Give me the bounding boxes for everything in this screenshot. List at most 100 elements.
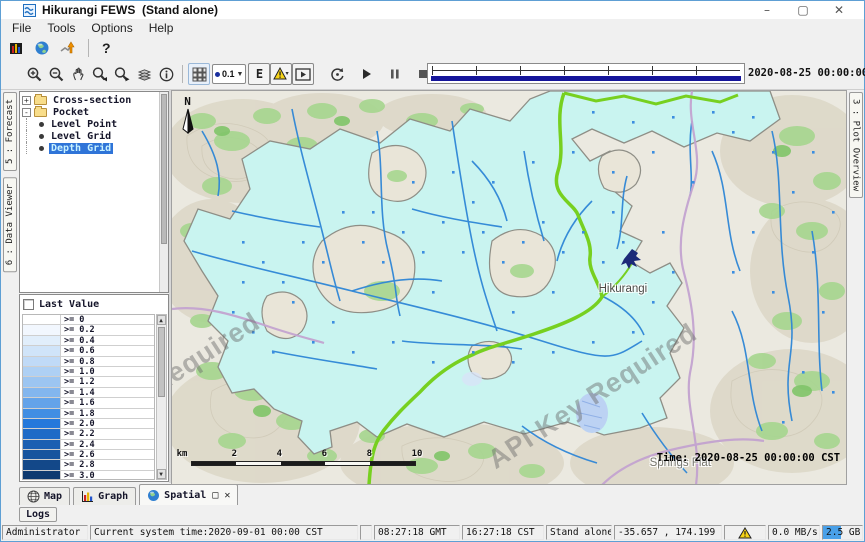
scrollbar-thumb[interactable] [161, 94, 167, 244]
legend-row[interactable]: >= 1.6 [23, 398, 154, 408]
scrollbar-thumb[interactable] [158, 327, 165, 397]
tab-maximize-icon[interactable]: □ [212, 490, 218, 501]
animation-movie-button[interactable] [292, 63, 314, 85]
zoom-previous-icon[interactable] [89, 63, 111, 85]
logs-button[interactable]: Logs [19, 507, 57, 522]
tab-forecast[interactable]: 5 : Forecast [3, 92, 17, 171]
legend-row[interactable]: >= 0.6 [23, 346, 154, 356]
play-button[interactable] [356, 63, 378, 85]
legend-row[interactable]: >= 0.8 [23, 357, 154, 367]
legend-row[interactable]: >= 2.6 [23, 450, 154, 460]
legend-threshold-label: >= 2.4 [61, 440, 154, 449]
legend-row[interactable]: >= 1.8 [23, 409, 154, 419]
chart-display-icon[interactable] [57, 37, 79, 59]
grid-display-button[interactable] [188, 63, 210, 85]
legend-row[interactable]: >= 2.2 [23, 429, 154, 439]
tab-close-icon[interactable]: ✕ [224, 490, 230, 501]
pan-hand-icon[interactable] [67, 63, 89, 85]
tab-graph[interactable]: Graph [73, 487, 136, 505]
legend-color-swatch [23, 429, 61, 438]
tree-label: Cross-section [51, 95, 133, 106]
status-memory: 2.5 GB [822, 525, 863, 540]
legend-row[interactable]: >= 0 [23, 315, 154, 325]
help-button[interactable]: ? [98, 40, 115, 56]
map-display-icon[interactable] [31, 37, 53, 59]
bottom-tab-bar: Map Graph Spatial □ ✕ [1, 483, 864, 505]
legend-row[interactable]: >= 2.0 [23, 419, 154, 429]
tree-item-cross-section[interactable]: Cross-section [22, 94, 158, 106]
legend-row[interactable]: >= 3.0 [23, 471, 154, 480]
zoom-in-icon[interactable] [23, 63, 45, 85]
tab-spatial-label: Spatial [164, 490, 206, 501]
legend-row[interactable]: >= 1.0 [23, 367, 154, 377]
timeline-slider[interactable] [427, 63, 745, 84]
map-toolbar: 0.1 ▼ E 2020-08-25 00 [1, 59, 864, 90]
tab-map[interactable]: Map [19, 487, 70, 505]
bullet-icon [39, 134, 44, 139]
legend-color-swatch [23, 398, 61, 407]
status-empty-cell [360, 525, 372, 540]
tree-item-level-grid[interactable]: Level Grid [22, 130, 158, 142]
legend-row[interactable]: >= 0.2 [23, 325, 154, 335]
pause-button[interactable] [384, 63, 406, 85]
legend-threshold-label: >= 0.6 [61, 346, 154, 355]
zoom-out-icon[interactable] [45, 63, 67, 85]
legend-row[interactable]: >= 2.8 [23, 460, 154, 470]
close-button[interactable]: ✕ [832, 3, 846, 17]
menu-bar: FileToolsOptionsHelp [1, 19, 864, 37]
scale-bar: km 246810 [177, 444, 427, 466]
longitudinal-profile-button[interactable]: E [248, 63, 270, 85]
tree-item-pocket[interactable]: Pocket [22, 106, 158, 118]
legend-threshold-label: >= 0 [61, 315, 154, 324]
north-label: N [180, 95, 196, 108]
loop-animation-icon[interactable] [326, 63, 348, 85]
last-value-checkbox[interactable] [23, 299, 34, 310]
legend-row[interactable]: >= 1.4 [23, 388, 154, 398]
tree-item-level-point[interactable]: Level Point [22, 118, 158, 130]
tab-spatial[interactable]: Spatial □ ✕ [139, 484, 238, 505]
legend-row[interactable]: >= 1.2 [23, 377, 154, 387]
tree-scrollbar[interactable] [159, 92, 168, 292]
legend-row[interactable]: >= 0.4 [23, 336, 154, 346]
legend-color-swatch [23, 357, 61, 366]
legend-threshold-label: >= 1.2 [61, 377, 154, 386]
layers-icon[interactable] [133, 63, 155, 85]
map-viewport[interactable]: API Key Required API Key Required N Hiku… [171, 90, 847, 485]
zoom-next-icon[interactable] [111, 63, 133, 85]
scale-segment [281, 462, 326, 465]
tab-plot-overview[interactable]: 3 : Plot Overview [849, 92, 863, 198]
scroll-down-icon[interactable]: ▼ [157, 469, 166, 479]
collapse-icon[interactable] [22, 108, 31, 117]
right-tab-strip: 3 : Plot Overview [847, 90, 864, 483]
tree-connector [26, 130, 39, 142]
app-logo-icon [23, 4, 36, 17]
left-panel: Cross-section Pocket Level Point [19, 90, 169, 483]
scroll-up-icon[interactable]: ▲ [157, 315, 166, 325]
contour-interval-dropdown[interactable]: 0.1 ▼ [212, 64, 246, 84]
tree-item-depth-grid[interactable]: Depth Grid [22, 142, 158, 154]
menu-options[interactable]: Options [84, 20, 139, 36]
legend-color-swatch [23, 315, 61, 324]
expand-icon[interactable] [22, 96, 31, 105]
bullet-icon [39, 146, 44, 151]
scale-tick-label: 4 [277, 449, 282, 459]
map-canvas[interactable] [172, 91, 847, 485]
warning-threshold-button[interactable] [270, 63, 292, 85]
minimize-button[interactable]: – [760, 3, 774, 17]
menu-tools[interactable]: Tools [40, 20, 82, 36]
legend-threshold-label: >= 0.8 [61, 357, 154, 366]
folder-icon [34, 108, 47, 117]
status-user: Administrator [2, 525, 88, 540]
menu-file[interactable]: File [5, 20, 38, 36]
legend-threshold-label: >= 1.8 [61, 409, 154, 418]
legend-row[interactable]: >= 2.4 [23, 440, 154, 450]
legend-scrollbar[interactable]: ▲ ▼ [156, 314, 167, 480]
menu-help[interactable]: Help [142, 20, 181, 36]
legend-threshold-label: >= 1.0 [61, 367, 154, 376]
database-display-icon[interactable] [5, 37, 27, 59]
maximize-button[interactable]: ▢ [796, 3, 810, 17]
tab-data-viewer[interactable]: 6 : Data Viewer [3, 177, 17, 272]
info-icon[interactable] [155, 63, 177, 85]
current-datetime: 2020-08-25 00:00:00 CST [748, 67, 865, 79]
status-warning-icon[interactable] [724, 525, 766, 540]
